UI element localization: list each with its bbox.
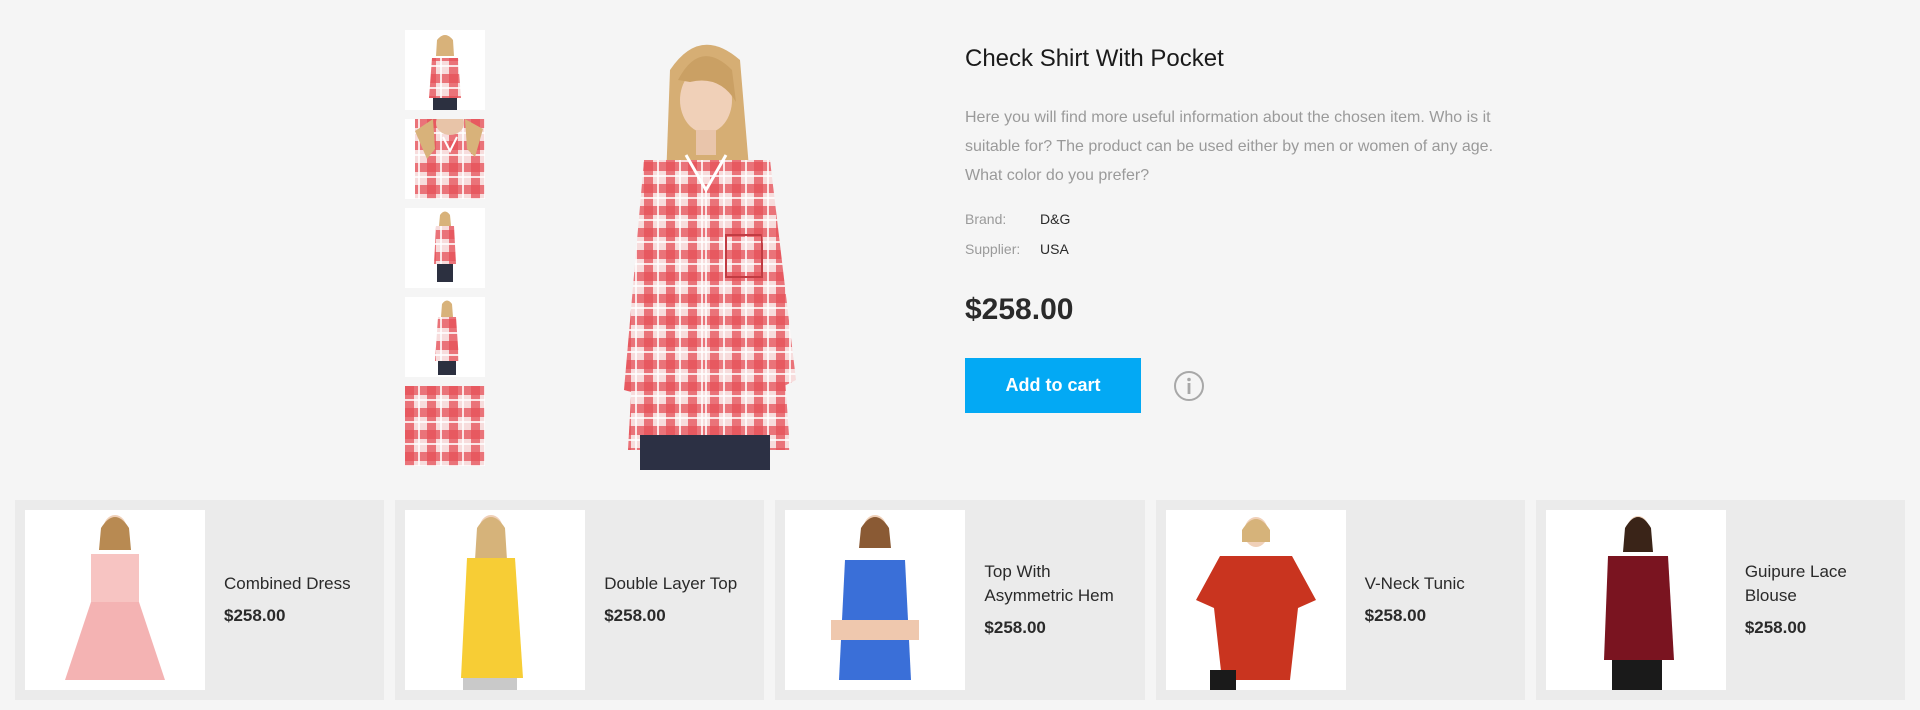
product-image <box>405 510 586 690</box>
card-price: $258.00 <box>224 606 286 625</box>
card-name: Guipure Lace Blouse <box>1744 562 1847 605</box>
related-card-asymmetric-hem-top[interactable]: Top With Asymmetric Hem $258.00 <box>775 500 1145 700</box>
product-image <box>25 510 205 690</box>
brand-value: D&G <box>1040 211 1071 227</box>
thumbnail-fabric[interactable] <box>405 386 485 466</box>
card-text: V-Neck Tunic $258.00 <box>1365 572 1515 628</box>
thumbnail-full-length[interactable] <box>405 208 485 288</box>
related-card-combined-dress[interactable]: Combined Dress $258.00 <box>15 500 385 700</box>
card-text: Top With Asymmetric Hem $258.00 <box>984 560 1134 640</box>
card-name: V-Neck Tunic <box>1364 574 1465 593</box>
info-icon[interactable] <box>1173 370 1205 402</box>
related-card-guipure-lace-blouse[interactable]: Guipure Lace Blouse $258.00 <box>1535 500 1906 700</box>
card-price: $258.00 <box>604 606 666 625</box>
supplier-value: USA <box>1040 241 1069 257</box>
brand-row: Brand: D&G <box>965 204 1510 234</box>
product-actions: Add to cart <box>965 358 1510 413</box>
product-image <box>1545 510 1726 690</box>
related-card-v-neck-tunic[interactable]: V-Neck Tunic $258.00 <box>1155 500 1525 700</box>
card-price: $258.00 <box>984 618 1046 637</box>
product-image <box>785 510 966 690</box>
card-name: Double Layer Top <box>604 574 738 593</box>
supplier-label: Supplier: <box>965 241 1021 257</box>
card-price: $258.00 <box>1744 618 1807 637</box>
product-title: Check Shirt With Pocket <box>965 45 1224 72</box>
card-text: Double Layer Top $258.00 <box>604 572 754 628</box>
card-name: Combined Dress <box>224 574 351 593</box>
product-price: $258.00 <box>965 293 1074 326</box>
supplier-row: Supplier: USA <box>965 234 1510 264</box>
add-to-cart-button[interactable]: Add to cart <box>965 358 1141 413</box>
thumbnail-front[interactable] <box>405 30 485 110</box>
thumbnail-collar[interactable] <box>405 119 485 199</box>
product-image <box>1165 510 1346 690</box>
related-card-double-layer-top[interactable]: Double Layer Top $258.00 <box>395 500 765 700</box>
main-product-image <box>600 30 820 470</box>
card-text: Guipure Lace Blouse $258.00 <box>1745 560 1895 640</box>
brand-label: Brand: <box>965 211 1007 227</box>
card-name: Top With Asymmetric Hem <box>984 562 1114 605</box>
related-products: Combined Dress $258.00 Double Layer Top … <box>15 500 1906 700</box>
card-price: $258.00 <box>1364 606 1427 625</box>
product-description: Here you will find more useful informati… <box>965 109 1494 184</box>
thumbnail-list <box>405 30 485 475</box>
thumbnail-side[interactable] <box>405 297 485 377</box>
product-info: Check Shirt With Pocket Here you will fi… <box>965 40 1510 413</box>
card-text: Combined Dress $258.00 <box>224 572 374 628</box>
